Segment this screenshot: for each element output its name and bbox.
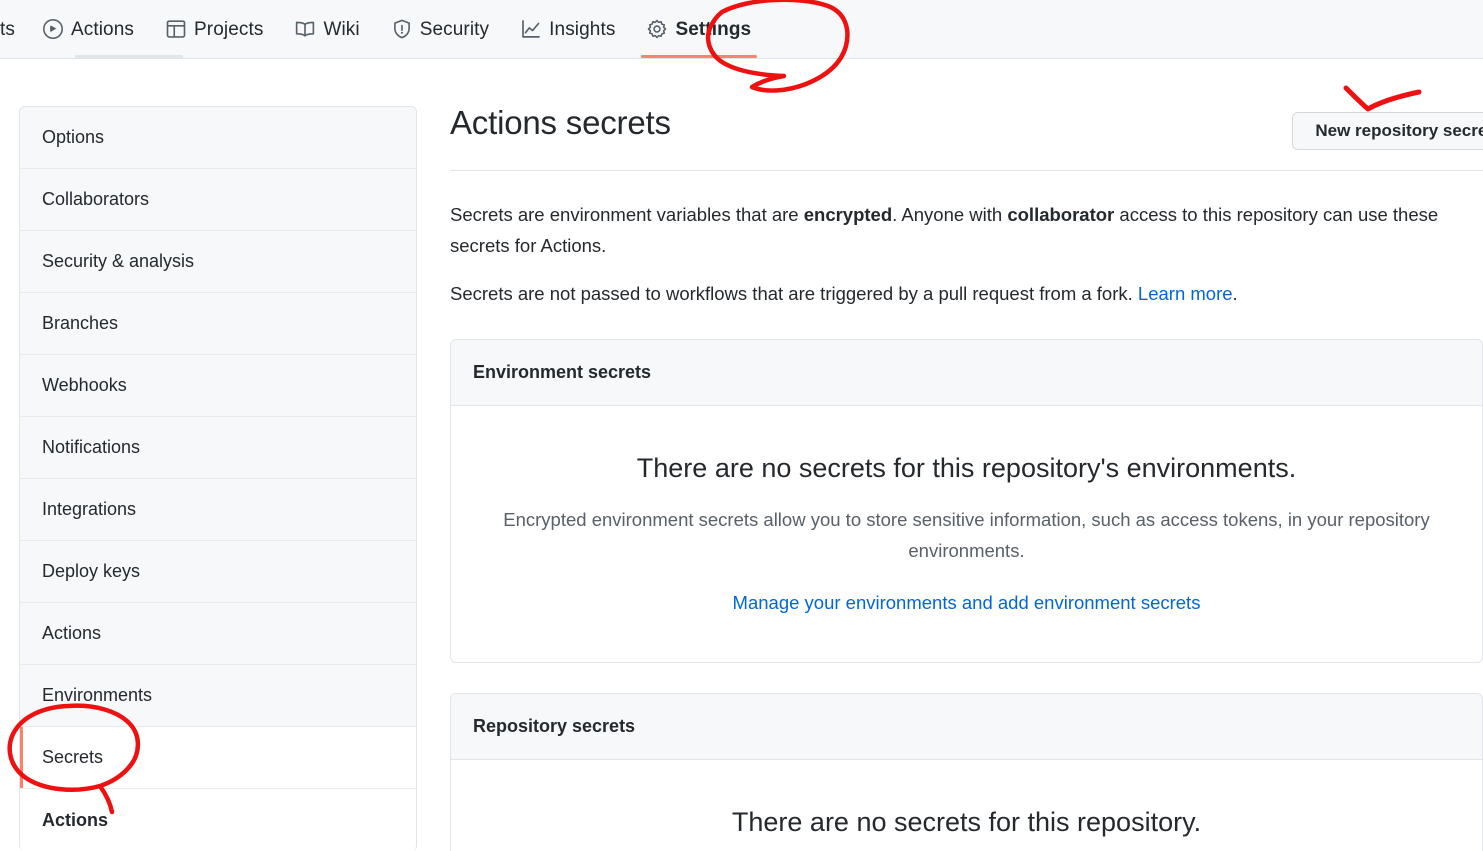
nav-tab-label: Settings: [675, 18, 752, 40]
manage-environments-link[interactable]: Manage your environments and add environ…: [733, 592, 1201, 613]
nav-tab-ts[interactable]: ts: [0, 0, 27, 58]
page-header: Actions secrets New repository secret: [450, 100, 1483, 162]
sidebar-item-secrets[interactable]: Secrets: [20, 727, 416, 789]
shield-icon: [392, 19, 412, 39]
sidebar-item-environments[interactable]: Environments: [20, 665, 416, 727]
nav-tab-settings[interactable]: Settings: [631, 0, 767, 58]
sidebar-item-label: Environments: [42, 685, 153, 705]
sidebar-item-security-analysis[interactable]: Security & analysis: [20, 231, 416, 293]
repository-nav-tabs: ts Actions Projects Wiki Security Insights Set…: [0, 0, 1483, 58]
nav-tab-label: Security: [419, 18, 490, 40]
sidebar-item-label: Secrets: [42, 747, 104, 767]
sidebar-item-label: Collaborators: [42, 189, 150, 209]
nav-tab-actions[interactable]: Actions: [27, 0, 150, 58]
sidebar-item-label: Branches: [42, 313, 119, 333]
nav-tab-security[interactable]: Security: [376, 0, 505, 58]
desc1-bold-collaborator: collaborator: [1007, 204, 1115, 225]
graph-icon: [521, 19, 541, 39]
sidebar-item-actions[interactable]: Actions: [20, 603, 416, 665]
sidebar-item-label: Deploy keys: [42, 561, 141, 581]
secrets-description-primary: Secrets are environment variables that a…: [450, 199, 1440, 261]
page-root: ts Actions Projects Wiki Security Insights Set…: [0, 0, 1483, 851]
desc1-bold-encrypted: encrypted: [803, 204, 893, 225]
sidebar-item-label: Actions: [42, 809, 109, 830]
sidebar-item-label: Actions: [42, 623, 102, 643]
book-icon: [295, 19, 315, 39]
project-board-icon: [166, 19, 186, 39]
nav-tab-label: Actions: [70, 18, 134, 40]
environment-secrets-card-body: There are no secrets for this repository…: [451, 406, 1482, 662]
secrets-description-secondary: Secrets are not passed to workflows that…: [450, 278, 1440, 309]
sidebar-item-branches[interactable]: Branches: [20, 293, 416, 355]
sidebar-item-collaborators[interactable]: Collaborators: [20, 169, 416, 231]
settings-sidebar: Options Collaborators Security & analysis B…: [19, 106, 417, 851]
nav-tab-label: Projects: [194, 18, 264, 40]
sidebar-item-deploy-keys[interactable]: Deploy keys: [20, 541, 416, 603]
play-icon: [42, 19, 63, 39]
nav-tab-label: Insights: [549, 18, 616, 40]
sidebar-item-label: Notifications: [42, 437, 141, 457]
sidebar-item-label: Webhooks: [42, 375, 127, 395]
sidebar-item-label: Options: [42, 127, 105, 147]
sidebar-item-actions[interactable]: Actions: [20, 789, 416, 851]
repository-secrets-blank-title: There are no secrets for this repository…: [731, 807, 1202, 837]
new-repository-secret-button[interactable]: New repository secret: [1292, 112, 1483, 150]
header-divider: [450, 170, 1483, 171]
environment-secrets-blank-subtitle: Encrypted environment secrets allow you …: [503, 509, 1430, 561]
sidebar-item-label: Security & analysis: [42, 251, 195, 271]
learn-more-link[interactable]: Learn more: [1138, 283, 1233, 304]
sidebar-item-notifications[interactable]: Notifications: [20, 417, 416, 479]
nav-tab-label: ts: [0, 18, 15, 40]
desc1-part1: Secrets are environment variables that a…: [450, 204, 804, 225]
nav-active-segment-marker: [75, 55, 183, 59]
nav-tab-label: Wiki: [323, 18, 360, 40]
main-content: Actions secrets New repository secret Se…: [450, 100, 1483, 851]
desc2-part2: .: [1232, 283, 1238, 304]
desc2-part1: Secrets are not passed to workflows that…: [450, 283, 1138, 304]
repository-secrets-card-body: There are no secrets for this repository…: [451, 760, 1482, 851]
manage-environments-link-wrap: Manage your environments and add environ…: [491, 592, 1442, 614]
nav-tab-insights[interactable]: Insights: [505, 0, 631, 58]
gear-icon: [647, 19, 667, 39]
nav-tab-projects[interactable]: Projects: [150, 0, 279, 58]
sidebar-item-label: Integrations: [42, 499, 137, 519]
sidebar-item-options[interactable]: Options: [20, 107, 416, 169]
repository-secrets-card-header: Repository secrets: [451, 694, 1482, 760]
environment-secrets-card-header: Environment secrets: [451, 340, 1482, 406]
repository-nav-bar: ts Actions Projects Wiki Security Insights Set…: [0, 0, 1483, 59]
environment-secrets-card: Environment secrets There are no secrets…: [450, 339, 1483, 663]
environment-secrets-blank-title: There are no secrets for this repository…: [636, 453, 1297, 483]
sidebar-item-webhooks[interactable]: Webhooks: [20, 355, 416, 417]
repository-secrets-card: Repository secrets There are no secrets …: [450, 693, 1483, 851]
nav-tab-wiki[interactable]: Wiki: [279, 0, 375, 58]
desc1-part2: . Anyone with: [892, 204, 1008, 225]
sidebar-item-integrations[interactable]: Integrations: [20, 479, 416, 541]
